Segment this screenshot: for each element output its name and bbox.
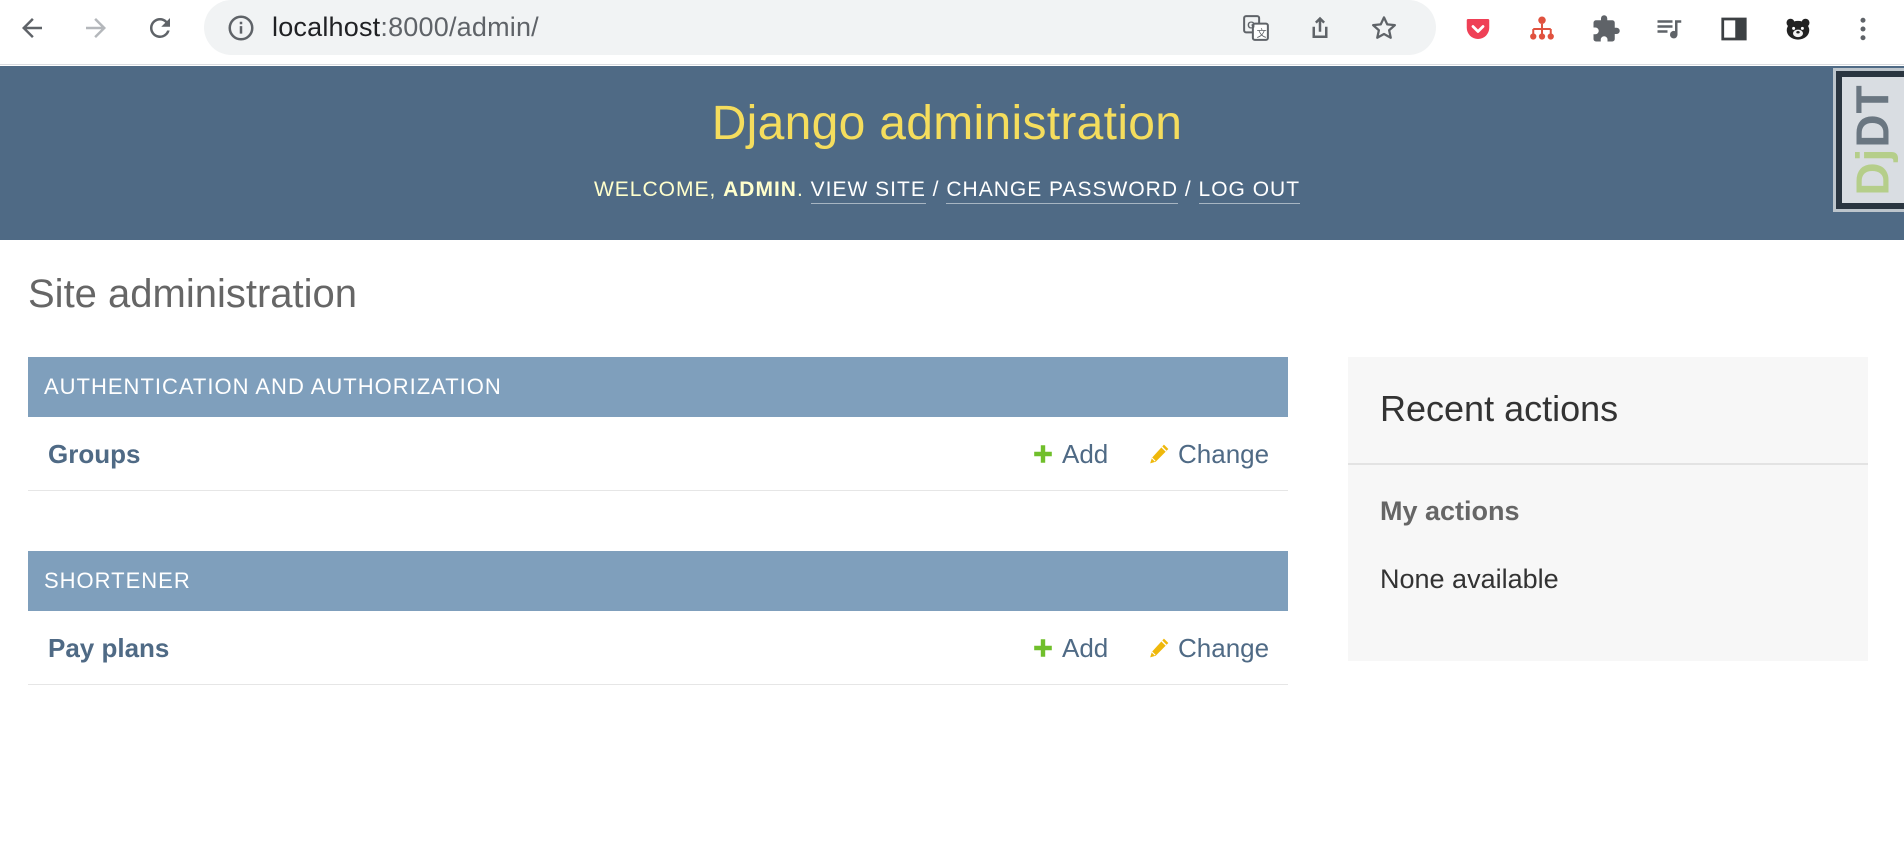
view-site-link[interactable]: View site — [810, 178, 926, 204]
user-tools: Welcome, admin. View site / Change passw… — [0, 176, 1894, 204]
change-groups-link[interactable]: Change — [1148, 437, 1269, 471]
url-host: localhost — [272, 12, 381, 42]
pencil-icon — [1150, 444, 1169, 464]
my-actions-heading: My actions — [1380, 496, 1520, 526]
arrow-left-icon — [22, 18, 42, 38]
add-groups-link[interactable]: Add — [1032, 437, 1108, 471]
add-pay-plans-link[interactable]: Add — [1032, 631, 1108, 665]
share-button[interactable] — [1302, 10, 1338, 46]
log-out-link[interactable]: Log out — [1198, 178, 1301, 204]
browser-menu-button[interactable] — [1843, 9, 1883, 49]
app-module-shortener: Shortener Pay plans Add Change — [28, 551, 1288, 685]
bookmark-button[interactable] — [1366, 10, 1402, 46]
url-text: localhost:8000/admin/ — [272, 11, 539, 43]
media-controls-button[interactable] — [1650, 9, 1690, 49]
puzzle-icon — [1593, 15, 1620, 42]
star-icon — [1372, 16, 1396, 39]
sitemap-icon — [1530, 16, 1554, 40]
model-row: Pay plans Add Change — [28, 611, 1288, 685]
address-bar[interactable]: localhost:8000/admin/ G 文 — [204, 0, 1436, 55]
model-link-groups[interactable]: Groups — [48, 437, 140, 471]
app-caption[interactable]: Shortener — [28, 551, 1288, 611]
model-row: Groups Add Change — [28, 417, 1288, 491]
recent-actions-title: Recent actions — [1380, 388, 1619, 429]
debug-toolbar-logo: DjDT — [1847, 84, 1900, 196]
site-name-link[interactable]: Django administration — [712, 97, 1183, 150]
browser-toolbar: localhost:8000/admin/ G 文 — [0, 0, 1904, 65]
model-link-pay-plans[interactable]: Pay plans — [48, 631, 169, 665]
app-module-auth: Authentication and Authorization Groups … — [28, 357, 1288, 491]
plus-icon — [1034, 639, 1052, 657]
reload-button[interactable] — [136, 8, 184, 48]
debug-toolbar-handle[interactable]: DjDT — [1833, 68, 1904, 212]
username: admin — [723, 178, 797, 201]
back-button[interactable] — [8, 8, 56, 48]
site-name[interactable]: Django administration — [0, 94, 1894, 154]
svg-text:文: 文 — [1257, 27, 1267, 40]
pocket-icon — [1466, 19, 1490, 39]
info-icon[interactable] — [226, 13, 256, 43]
plus-icon — [1034, 445, 1052, 463]
app-caption[interactable]: Authentication and Authorization — [28, 357, 1288, 417]
page-title: Site administration — [28, 272, 358, 316]
side-panel-button[interactable] — [1714, 9, 1754, 49]
bear-avatar-icon — [1786, 18, 1810, 40]
recent-actions-panel: Recent actions My actions None available — [1348, 357, 1868, 661]
forward-button[interactable] — [72, 8, 120, 48]
welcome-text: Welcome, — [593, 178, 717, 201]
change-password-link[interactable]: Change password — [946, 178, 1178, 204]
side-panel-icon — [1721, 17, 1747, 41]
music-queue-icon — [1657, 20, 1682, 39]
sitemap-extension[interactable] — [1522, 9, 1562, 49]
translate-button[interactable]: G 文 — [1238, 10, 1274, 46]
divider — [1348, 463, 1868, 465]
separator: / — [932, 178, 940, 201]
no-actions-text: None available — [1380, 564, 1559, 594]
profile-button[interactable] — [1778, 9, 1818, 49]
share-icon — [1312, 16, 1328, 38]
admin-header: Django administration Welcome, admin. Vi… — [0, 66, 1904, 240]
translate-icon: G 文 — [1243, 15, 1269, 41]
arrow-right-icon — [86, 18, 106, 38]
more-vertical-icon — [1860, 17, 1866, 41]
reload-icon — [149, 17, 170, 38]
change-pay-plans-link[interactable]: Change — [1148, 631, 1269, 665]
separator: / — [1184, 178, 1192, 201]
pocket-extension[interactable] — [1458, 9, 1498, 49]
extensions-button[interactable] — [1586, 9, 1626, 49]
svg-text:G: G — [1247, 21, 1255, 32]
url-path: :8000/admin/ — [380, 12, 539, 42]
pencil-icon — [1150, 638, 1169, 658]
